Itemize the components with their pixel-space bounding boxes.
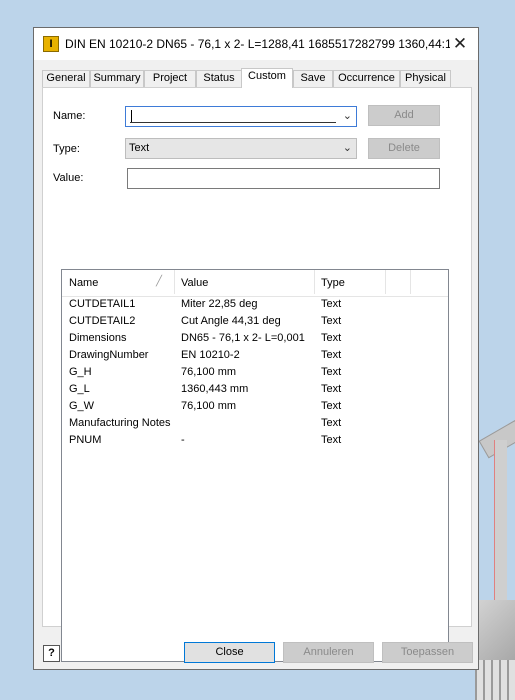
- row-value: DN65 - 76,1 x 2- L=0,001: [181, 332, 305, 344]
- value-input[interactable]: [127, 168, 440, 189]
- row-name: CUTDETAIL2: [69, 315, 136, 327]
- delete-button[interactable]: Delete: [368, 138, 440, 159]
- custom-properties-list[interactable]: Name ╱ Value Type CUTDETAIL1 Miter 22,85…: [61, 269, 449, 662]
- table-row[interactable]: PNUM - Text: [62, 432, 448, 449]
- table-row[interactable]: Manufacturing Notes Text: [62, 415, 448, 432]
- custom-tab-panel: Name: ⌄ Add Type: Text ⌄ Delete Value: N…: [42, 87, 472, 662]
- toepassen-button[interactable]: Toepassen: [382, 642, 473, 663]
- annuleren-button[interactable]: Annuleren: [283, 642, 374, 663]
- column-divider[interactable]: [410, 270, 411, 294]
- inventor-app-icon: I: [43, 36, 59, 52]
- close-window-icon[interactable]: ✕: [448, 32, 472, 56]
- column-header-type[interactable]: Type: [321, 277, 345, 289]
- row-type: Text: [321, 417, 342, 429]
- row-type: Text: [321, 332, 342, 344]
- row-type: Text: [321, 434, 342, 446]
- column-header-name[interactable]: Name: [69, 277, 98, 289]
- column-divider[interactable]: [314, 270, 315, 294]
- row-value: Cut Angle 44,31 deg: [181, 315, 281, 327]
- add-button[interactable]: Add: [368, 105, 440, 126]
- row-type: Text: [321, 349, 342, 361]
- chevron-down-icon[interactable]: ⌄: [343, 141, 352, 154]
- list-header: Name ╱ Value Type: [62, 270, 448, 297]
- table-row[interactable]: G_L 1360,443 mm Text: [62, 381, 448, 398]
- type-combobox-value: Text: [129, 142, 150, 154]
- table-row[interactable]: DrawingNumber EN 10210-2 Text: [62, 347, 448, 364]
- row-name: G_H: [69, 366, 92, 378]
- tab-custom[interactable]: Custom: [241, 68, 293, 88]
- row-value: 1360,443 mm: [181, 383, 249, 395]
- row-value: 76,100 mm: [181, 400, 237, 412]
- tab-physical[interactable]: Physical: [400, 70, 451, 87]
- properties-dialog: I DIN EN 10210-2 DN65 - 76,1 x 2- L=1288…: [33, 27, 479, 670]
- row-value: Miter 22,85 deg: [181, 298, 258, 310]
- column-divider[interactable]: [174, 270, 175, 294]
- table-row[interactable]: CUTDETAIL2 Cut Angle 44,31 deg Text: [62, 313, 448, 330]
- background-model-grating: [475, 660, 515, 700]
- row-type: Text: [321, 383, 342, 395]
- table-row[interactable]: CUTDETAIL1 Miter 22,85 deg Text: [62, 296, 448, 313]
- row-name: Manufacturing Notes: [69, 417, 171, 429]
- column-divider[interactable]: [385, 270, 386, 294]
- tab-general[interactable]: General: [42, 70, 90, 87]
- help-icon[interactable]: ?: [43, 645, 60, 662]
- close-button[interactable]: Close: [184, 642, 275, 663]
- tab-project[interactable]: Project: [144, 70, 196, 87]
- column-header-value[interactable]: Value: [181, 277, 208, 289]
- title-bar: I DIN EN 10210-2 DN65 - 76,1 x 2- L=1288…: [34, 28, 478, 60]
- chevron-down-icon[interactable]: ⌄: [343, 109, 352, 122]
- tab-summary[interactable]: Summary: [90, 70, 144, 87]
- table-row[interactable]: Dimensions DN65 - 76,1 x 2- L=0,001 Text: [62, 330, 448, 347]
- sort-indicator-icon: ╱: [156, 276, 163, 287]
- row-name: PNUM: [69, 434, 102, 446]
- table-row[interactable]: G_W 76,100 mm Text: [62, 398, 448, 415]
- row-value: -: [181, 434, 185, 446]
- tab-save[interactable]: Save: [293, 70, 333, 87]
- row-name: Dimensions: [69, 332, 127, 344]
- row-name: G_L: [69, 383, 90, 395]
- name-label: Name:: [53, 110, 86, 122]
- type-combobox[interactable]: Text ⌄: [125, 138, 357, 159]
- tab-status[interactable]: Status: [196, 70, 242, 87]
- row-name: G_W: [69, 400, 95, 412]
- row-type: Text: [321, 315, 342, 327]
- row-value: 76,100 mm: [181, 366, 237, 378]
- value-label: Value:: [53, 172, 84, 184]
- tab-occurrence[interactable]: Occurrence: [333, 70, 400, 87]
- type-label: Type:: [53, 143, 80, 155]
- window-title: DIN EN 10210-2 DN65 - 76,1 x 2- L=1288,4…: [65, 37, 450, 51]
- row-name: CUTDETAIL1: [69, 298, 136, 310]
- name-combobox-underline: [130, 122, 336, 123]
- name-combobox[interactable]: ⌄: [125, 106, 357, 127]
- row-type: Text: [321, 366, 342, 378]
- row-name: DrawingNumber: [69, 349, 149, 361]
- table-row[interactable]: G_H 76,100 mm Text: [62, 364, 448, 381]
- row-type: Text: [321, 298, 342, 310]
- row-type: Text: [321, 400, 342, 412]
- row-value: EN 10210-2: [181, 349, 240, 361]
